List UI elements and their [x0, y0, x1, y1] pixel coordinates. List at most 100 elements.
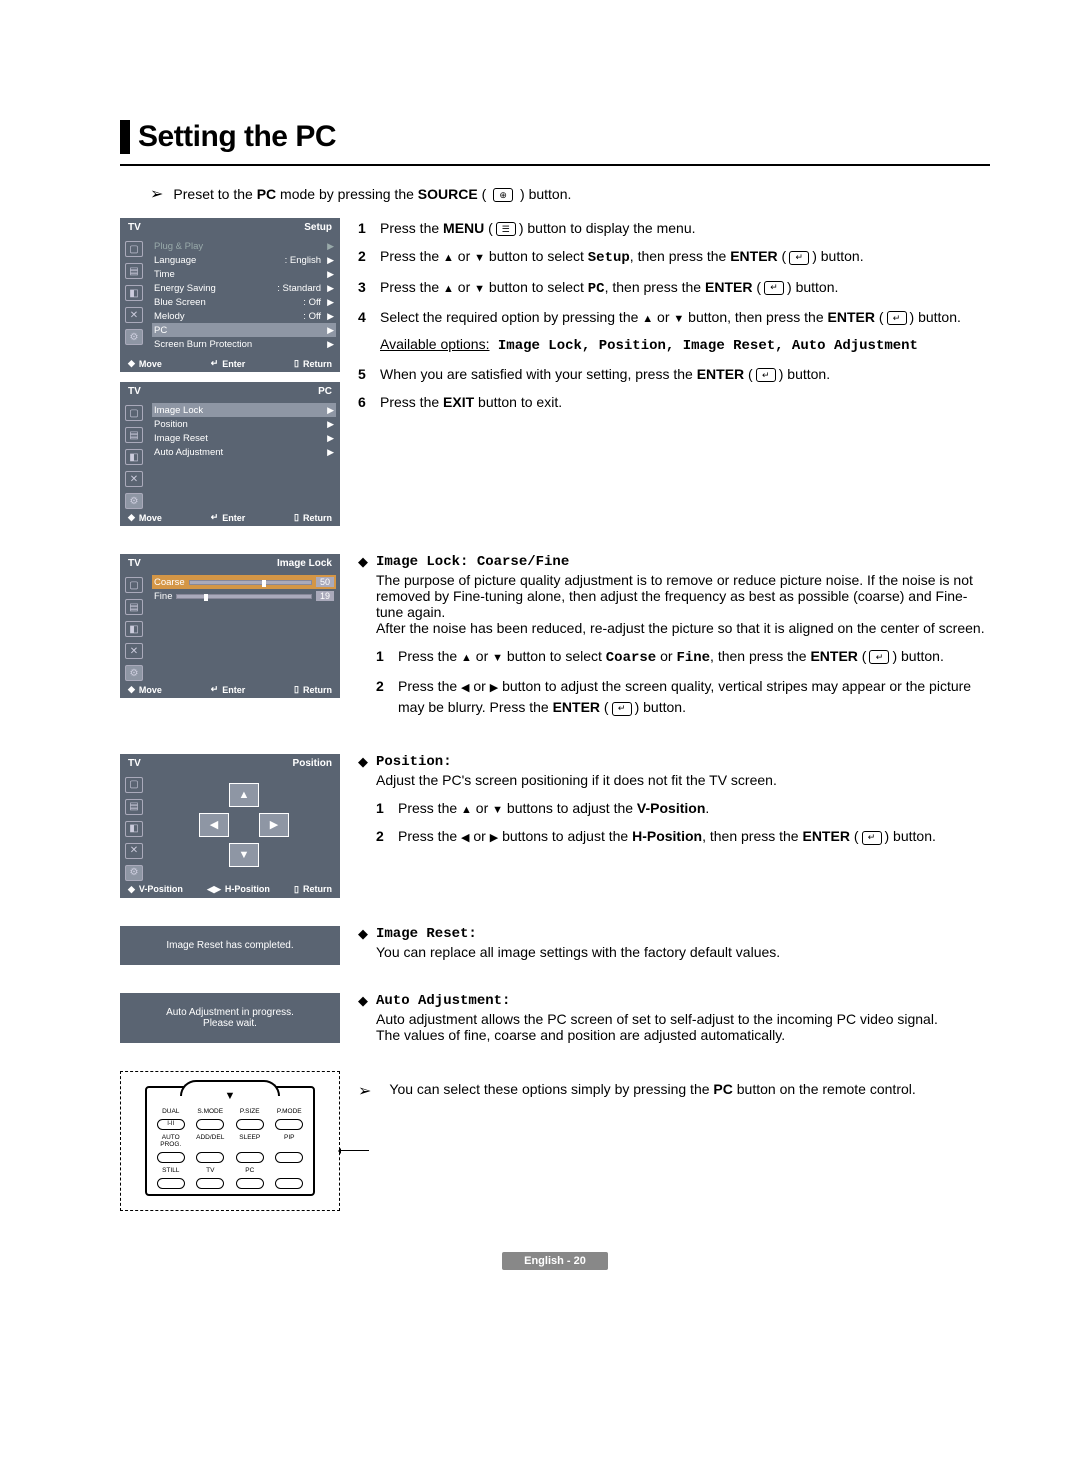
section-heading: Image Lock: Coarse/Fine — [376, 554, 990, 570]
footer-enter: Enter — [222, 685, 245, 695]
page-number: English - 20 — [502, 1252, 608, 1270]
osd-cat-icon: ✕ — [125, 307, 143, 323]
remote-btn-label — [271, 1167, 307, 1174]
chevron-right-icon: ▶ — [327, 297, 334, 308]
chevron-right-icon: ▶ — [327, 311, 334, 322]
osd-row: Screen Burn Protection▶ — [152, 337, 336, 351]
footer-move: Move — [139, 513, 162, 523]
page-footer: English - 20 — [120, 1251, 990, 1270]
step-body: When you are satisfied with your setting… — [380, 364, 990, 384]
pointer-icon: ➢ — [358, 1081, 371, 1101]
footer-return: Return — [303, 513, 332, 523]
osd-cat-icon: ⚙ — [125, 493, 143, 509]
step-body: Press the ▲ or ▼ button to select Setup,… — [380, 246, 990, 268]
osd-title-left: TV — [128, 222, 141, 233]
step-number: 1 — [358, 218, 380, 238]
footer-vpos: V-Position — [139, 884, 183, 894]
chevron-right-icon: ▶ — [327, 269, 334, 280]
remote-button — [157, 1152, 185, 1163]
osd-title-right: PC — [318, 386, 332, 397]
osd-icon-strip: ▢ ▤ ◧ ✕ ⚙ — [120, 401, 148, 509]
section-body: Adjust the PC's screen positioning if it… — [376, 772, 990, 788]
enter-icon: ↵ — [862, 831, 882, 845]
osd-row-label: Blue Screen — [154, 297, 206, 308]
step-body: Press the ◀ or ▶ button to adjust the sc… — [398, 676, 990, 717]
osd-row-label: Coarse — [154, 577, 185, 588]
text: Preset to the — [173, 186, 256, 202]
footer-move: Move — [139, 359, 162, 369]
osd-cat-icon: ▢ — [125, 777, 143, 793]
remote-illustration: ▼ DUALS.MODEP.SIZEP.MODEI-IIAUTO PROG.AD… — [120, 1071, 340, 1211]
remote-button — [196, 1119, 224, 1130]
remote-btn-label: P.MODE — [271, 1108, 307, 1115]
diamond-icon: ◆ — [358, 554, 368, 570]
osd-footer: ◆ Move ↵ Enter ▯ Return — [120, 681, 340, 698]
osd-cat-icon: ◧ — [125, 285, 143, 301]
pos-up-icon: ▲ — [229, 783, 259, 807]
osd-row: Melody: Off▶ — [152, 309, 336, 323]
osd-cat-icon: ✕ — [125, 643, 143, 659]
step-body: Press the EXIT button to exit. — [380, 392, 990, 412]
step-body: Press the ▲ or ▼ button to select Coarse… — [398, 646, 990, 668]
osd-cat-icon: ◧ — [125, 621, 143, 637]
chevron-right-icon: ▶ — [327, 419, 334, 430]
osd-footer: ◆ Move ↵ Enter ▯ Return — [120, 509, 340, 526]
osd-cat-icon: ▤ — [125, 799, 143, 815]
chevron-right-icon: ▶ — [327, 447, 334, 458]
osd-row-value: : English — [285, 255, 321, 266]
text: mode by pressing the — [280, 186, 418, 202]
footer-hpos: H-Position — [225, 884, 270, 894]
pos-down-icon: ▼ — [229, 843, 259, 867]
remote-button — [275, 1152, 303, 1163]
remote-btn-label: ADD/DEL — [192, 1134, 228, 1148]
osd-row-value: : Off — [303, 311, 321, 322]
osd-title-left: TV — [128, 558, 141, 569]
osd-cat-icon: ◧ — [125, 449, 143, 465]
osd-row: Auto Adjustment ▶ — [152, 445, 336, 459]
remote-button — [236, 1178, 264, 1189]
osd-row-label: Energy Saving — [154, 283, 216, 294]
title-row: Setting the PC — [120, 120, 990, 154]
osd-row: Language: English▶ — [152, 253, 336, 267]
osd-cat-icon: ▢ — [125, 405, 143, 421]
remote-btn-label: S.MODE — [192, 1108, 228, 1115]
remote-button: I-II — [157, 1119, 185, 1130]
enter-icon: ↵ — [756, 368, 776, 382]
osd-icon-strip: ▢ ▤ ◧ ✕ ⚙ — [120, 573, 148, 681]
remote-btn-label: PC — [232, 1167, 268, 1174]
osd-row-label: Auto Adjustment — [154, 447, 223, 458]
title-underline — [120, 164, 990, 166]
chevron-right-icon: ▶ — [327, 241, 334, 252]
osd-row-label: Image Lock — [154, 405, 203, 416]
step-body: Select the required option by pressing t… — [380, 307, 990, 356]
page-title: Setting the PC — [138, 120, 336, 154]
section-heading: Auto Adjustment: — [376, 993, 990, 1009]
footer-return: Return — [303, 359, 332, 369]
osd-row-value: : Standard — [277, 283, 321, 294]
text: Auto Adjustment in progress. — [126, 1007, 334, 1018]
osd-row-label: Screen Burn Protection — [154, 339, 252, 350]
osd-title-right: Position — [293, 758, 332, 769]
remote-btn-label: SLEEP — [232, 1134, 268, 1148]
step-body: Press the ▲ or ▼ button to select PC, th… — [380, 277, 990, 299]
slider-track — [176, 594, 312, 599]
step-body: Press the MENU (☰) button to display the… — [380, 218, 990, 238]
chevron-right-icon: ▶ — [327, 283, 334, 294]
osd-row: Image Reset▶ — [152, 431, 336, 445]
osd-cat-icon: ▤ — [125, 263, 143, 279]
chevron-right-icon: ▶ — [327, 325, 334, 336]
section-body: Auto adjustment allows the PC screen of … — [376, 1011, 990, 1043]
autoadjust-section: ◆ Auto Adjustment: Auto adjustment allow… — [358, 993, 990, 1043]
osd-row: Energy Saving : Standard ▶ — [152, 281, 336, 295]
osd-cat-icon: ⚙ — [125, 665, 143, 681]
enter-icon: ↵ — [612, 702, 632, 716]
step-body: Press the ▲ or ▼ buttons to adjust the V… — [398, 798, 990, 819]
source-icon: ⊕ — [493, 188, 513, 202]
step-number: 6 — [358, 392, 380, 412]
step-number: 1 — [376, 798, 398, 819]
slider-value: 50 — [316, 577, 334, 587]
remote-btn-label: PIP — [271, 1134, 307, 1148]
enter-icon: ↵ — [789, 251, 809, 265]
pos-left-icon: ◀ — [199, 813, 229, 837]
remote-btn-label: DUAL — [153, 1108, 189, 1115]
